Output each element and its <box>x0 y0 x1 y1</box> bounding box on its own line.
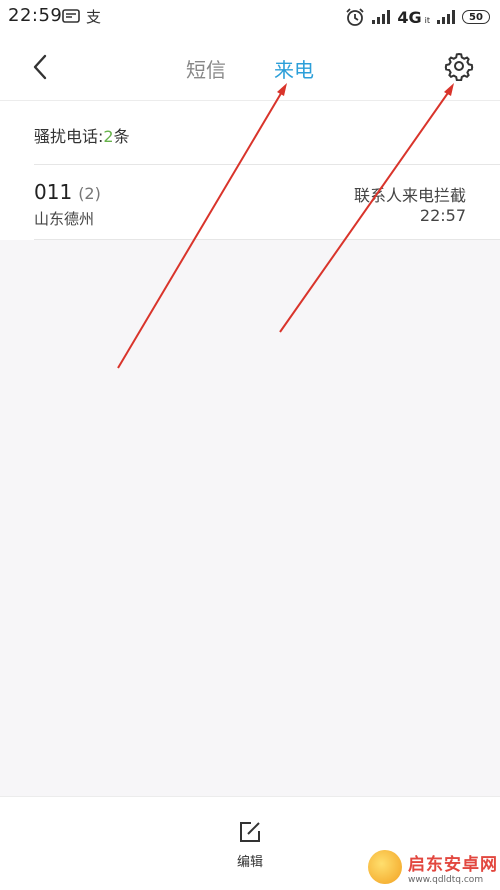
svg-text:支: 支 <box>86 8 101 26</box>
watermark: 启东安卓网 www.qdldtq.com <box>368 846 498 888</box>
block-reason: 联系人来电拦截 <box>353 186 466 205</box>
alarm-icon <box>346 8 365 26</box>
summary-unit: 条 <box>113 127 130 146</box>
watermark-logo-icon <box>368 850 402 884</box>
status-bar: 22:59 支 4G it 50 <box>0 0 500 34</box>
status-left-icons: 支 <box>62 8 110 30</box>
settings-button[interactable] <box>444 51 474 82</box>
tab-sms[interactable]: 短信 <box>186 54 226 83</box>
back-button[interactable] <box>26 52 56 82</box>
edit-button[interactable]: 编辑 <box>220 819 280 870</box>
caller-number-text: 011 <box>34 180 73 204</box>
call-count: (2) <box>78 184 101 203</box>
battery-level: 50 <box>469 11 483 23</box>
summary-text: 骚扰电话:2条 <box>34 123 130 147</box>
chevron-left-icon <box>33 54 47 80</box>
signal-icon <box>372 10 391 24</box>
summary-count: 2 <box>103 127 114 146</box>
watermark-text: 启东安卓网 www.qdldtq.com <box>408 850 498 885</box>
watermark-url: www.qdldtq.com <box>408 874 484 885</box>
edit-icon <box>240 822 260 842</box>
spam-call-summary: 骚扰电话:2条 <box>0 100 500 165</box>
header: 短信 来电 <box>0 34 500 100</box>
status-right: 4G it 50 <box>345 7 490 27</box>
summary-label: 骚扰电话: <box>34 127 104 146</box>
network-sub: it <box>424 15 430 25</box>
edit-label: 编辑 <box>236 855 263 870</box>
divider <box>34 164 500 165</box>
signal-icon <box>437 10 455 24</box>
list-item[interactable]: 011 (2) 山东德州 联系人来电拦截 22:57 <box>0 164 500 240</box>
caller-number: 011 (2) <box>34 180 101 204</box>
watermark-title: 启东安卓网 <box>408 854 498 875</box>
caller-location: 山东德州 <box>34 210 95 228</box>
message-icon: 支 <box>62 8 101 26</box>
gear-icon <box>444 52 474 82</box>
status-time: 22:59 <box>8 5 63 26</box>
divider <box>34 239 500 240</box>
network-type: 4G <box>397 7 422 27</box>
call-time: 22:57 <box>419 206 466 225</box>
battery-icon: 50 <box>462 10 490 24</box>
tab-calls[interactable]: 来电 <box>274 54 314 83</box>
